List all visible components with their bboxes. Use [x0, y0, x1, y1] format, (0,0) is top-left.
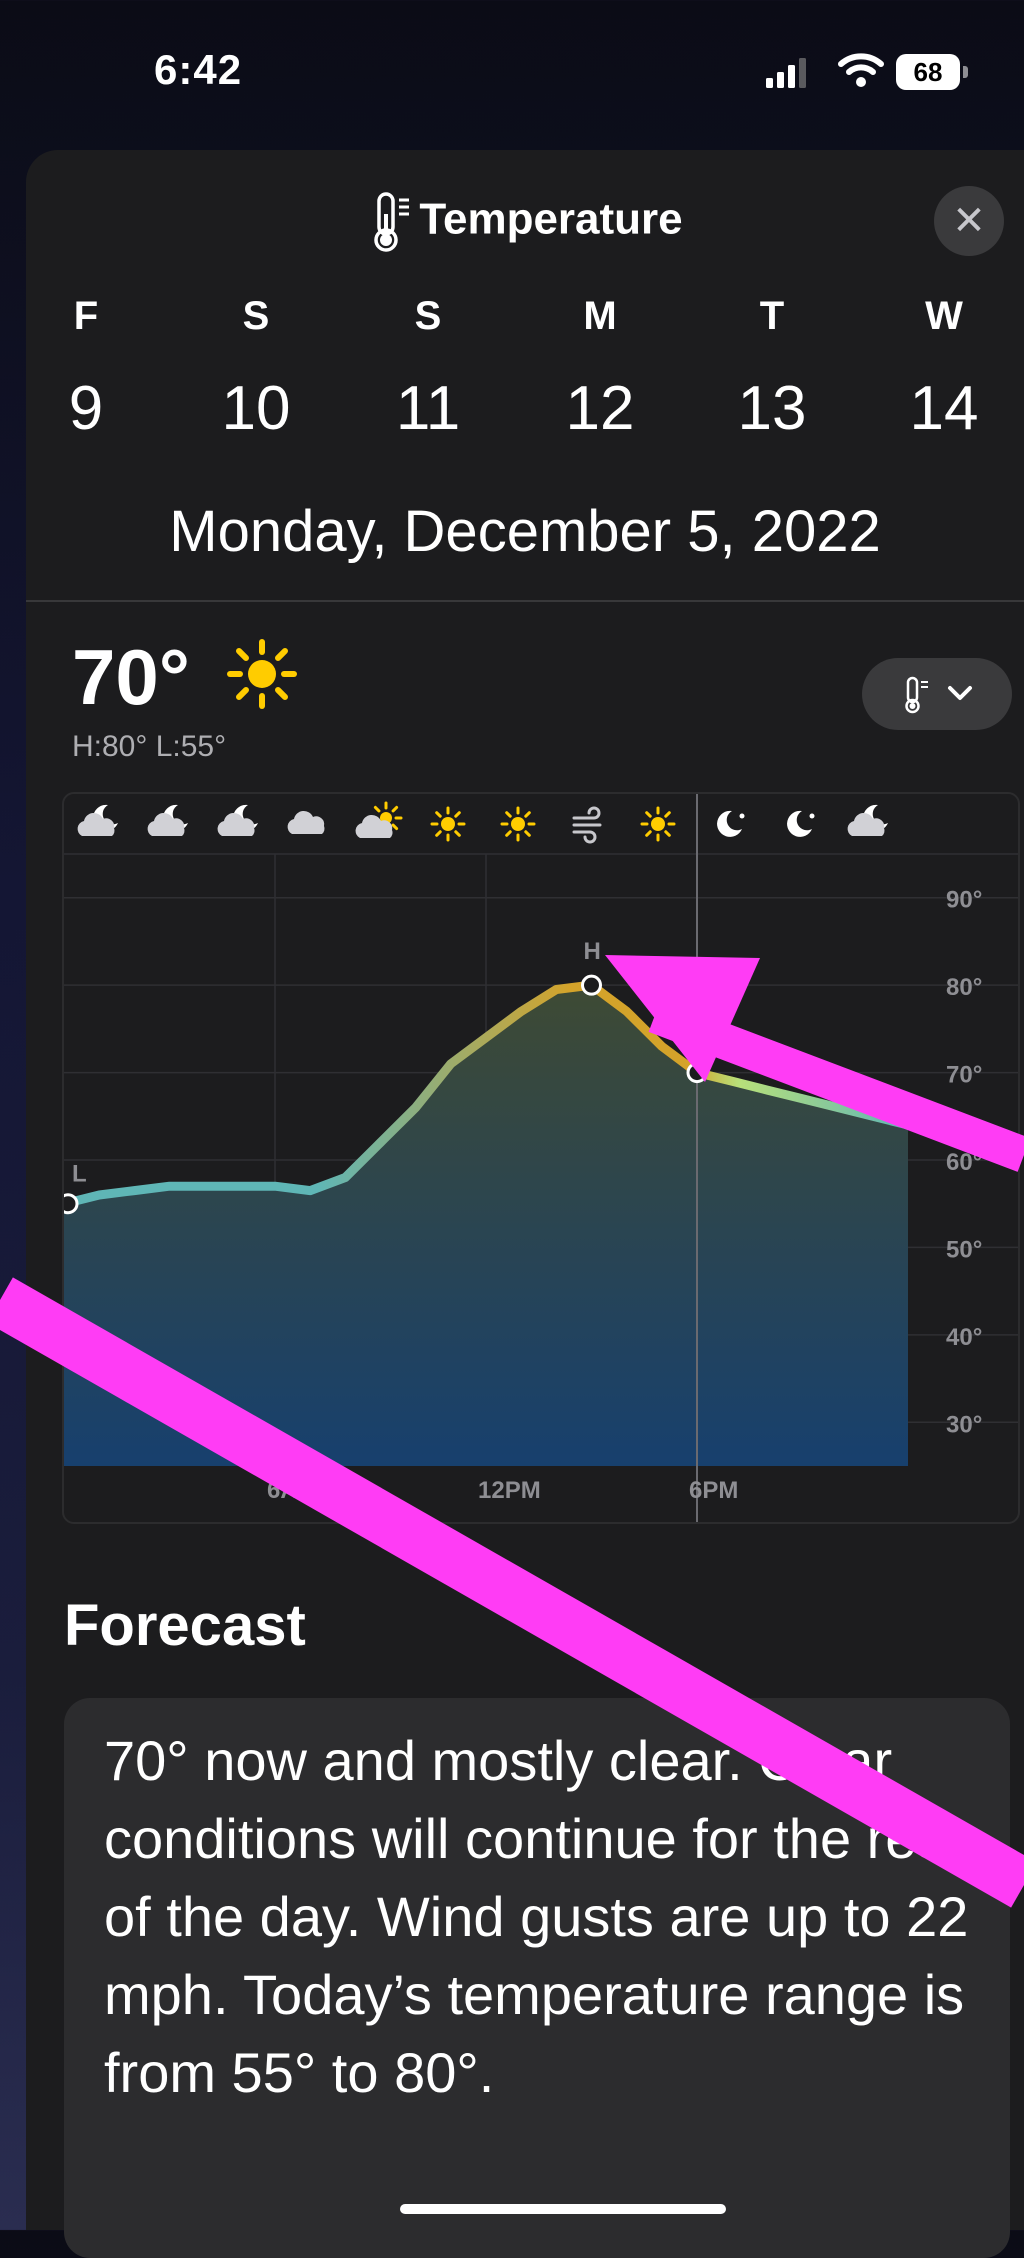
wind-icon: [572, 806, 602, 844]
y-tick-label: 90°: [946, 887, 982, 914]
thermometer-icon: [374, 192, 410, 252]
temperature-sheet: Temperature ✕ F 9 S 10 S 11 M 12 T 13 W …: [26, 150, 1024, 2258]
day-number: 14: [909, 374, 979, 443]
close-button[interactable]: ✕: [934, 186, 1004, 256]
forecast-card: 70° now and mostly clear. Clear conditio…: [64, 1698, 1010, 2258]
sheet-title-label: Temperature: [419, 194, 683, 244]
status-bar: 6:42 68: [0, 0, 1024, 150]
sheet-title: Temperature: [26, 190, 1024, 254]
y-tick-label: 30°: [946, 1411, 982, 1438]
day-number: 11: [395, 374, 461, 443]
moon-star-icon: [787, 810, 815, 837]
forecast-title: Forecast: [64, 1593, 306, 1658]
sun-icon: [500, 806, 536, 842]
cloud-sun-icon: [355, 801, 403, 838]
day-number: 9: [68, 374, 104, 443]
low-label: L: [72, 1161, 87, 1188]
cloud-moon-icon: [847, 804, 888, 836]
temperature-area: [64, 985, 908, 1466]
day-letter: T: [759, 294, 785, 338]
battery-indicator: 68: [896, 54, 970, 90]
high-marker: [581, 974, 602, 996]
day-letter: S: [414, 294, 442, 338]
day-saturday[interactable]: S 10: [196, 294, 316, 444]
sun-icon: [430, 806, 466, 842]
day-letter: S: [242, 294, 270, 338]
battery-level: 68: [896, 54, 960, 90]
day-letter: F: [73, 294, 99, 338]
moon-star-icon: [717, 810, 745, 837]
high-label: H: [584, 938, 601, 965]
wifi-icon: [838, 53, 884, 87]
day-tuesday[interactable]: T 13: [712, 294, 832, 444]
cloud-moon-icon: [147, 804, 188, 836]
xmark-icon: ✕: [952, 199, 986, 243]
day-letter: W: [925, 294, 963, 338]
high-low-temperature: H:80° L:55°: [72, 730, 227, 763]
day-friday[interactable]: F 9: [26, 294, 146, 444]
x-tick-label: 6AM: [267, 1477, 318, 1504]
chevron-down-icon: [948, 686, 972, 700]
y-tick-label: 50°: [946, 1236, 982, 1263]
current-temperature: 70°: [72, 633, 190, 721]
day-sunday[interactable]: S 11: [368, 294, 488, 444]
day-monday[interactable]: M 12: [540, 294, 660, 444]
day-number: 10: [221, 374, 291, 443]
day-number: 12: [565, 374, 635, 443]
selected-date-heading: Monday, December 5, 2022: [169, 499, 881, 564]
y-tick-label: 80°: [946, 974, 982, 1001]
temperature-chart-svg: 90° 80° 70° 60° 50° 40° 30° L H 6AM 12PM 6PM: [64, 794, 1018, 1522]
cloud-moon-icon: [77, 804, 118, 836]
forecast-text: 70° now and mostly clear. Clear conditio…: [104, 1729, 969, 2104]
day-letter: M: [583, 294, 617, 338]
x-tick-label: 12PM: [478, 1477, 541, 1504]
sun-icon: [640, 806, 676, 842]
status-time: 6:42: [154, 46, 243, 93]
thermometer-icon: [905, 676, 928, 714]
sun-icon: [227, 639, 297, 709]
y-tick-label: 60°: [946, 1149, 982, 1176]
temperature-chart[interactable]: 90° 80° 70° 60° 50° 40° 30° L H 6AM 12PM 6PM: [62, 792, 1020, 1524]
low-marker: [64, 1193, 79, 1215]
cellular-signal-icon: [766, 58, 806, 88]
battery-nub: [963, 66, 968, 78]
cloud-moon-icon: [217, 804, 258, 836]
day-wednesday[interactable]: W 14: [884, 294, 1004, 444]
cloud-icon: [287, 810, 325, 834]
y-tick-label: 70°: [946, 1062, 982, 1089]
home-indicator[interactable]: [400, 2204, 726, 2214]
y-tick-label: 40°: [946, 1324, 982, 1351]
divider: [26, 600, 1024, 602]
now-marker: [686, 1062, 708, 1084]
day-number: 13: [737, 374, 807, 443]
metric-selector-button[interactable]: [862, 658, 1012, 730]
x-tick-label: 6PM: [689, 1477, 738, 1504]
